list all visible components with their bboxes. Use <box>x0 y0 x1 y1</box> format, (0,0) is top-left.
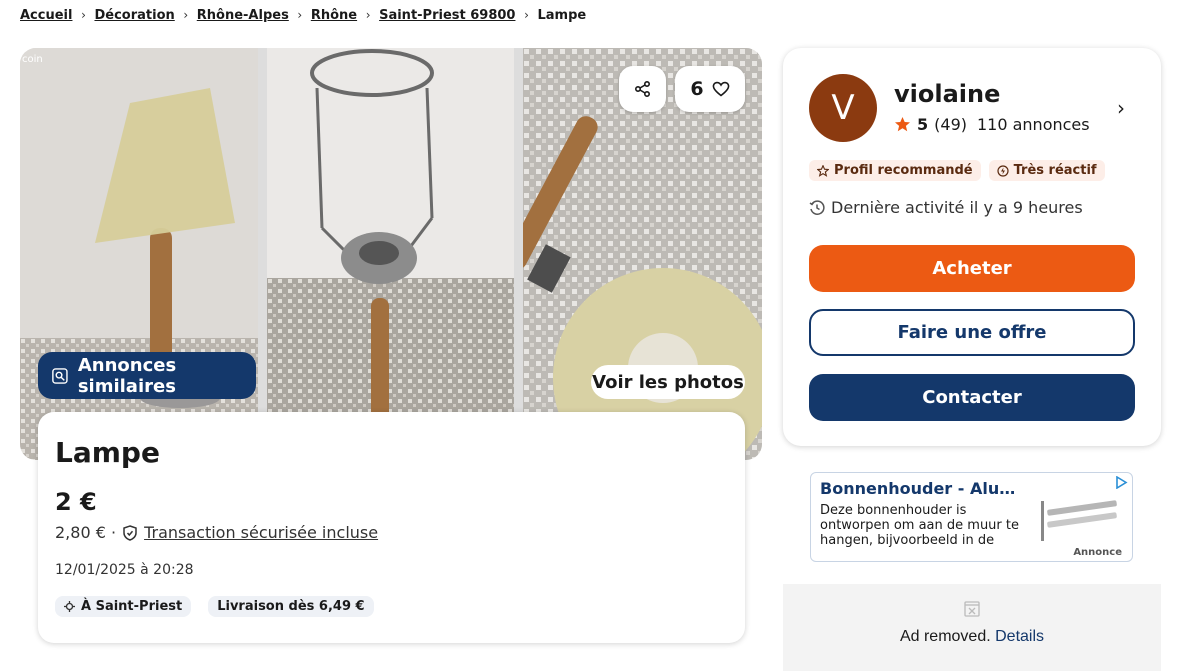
ad-text: Deze bonnenhouder is ontworpen om aan de… <box>820 503 1019 549</box>
chevron-right-icon[interactable]: › <box>1117 96 1125 120</box>
breadcrumb-item-department[interactable]: Rhône <box>311 8 357 23</box>
lightning-icon <box>997 164 1009 177</box>
badge-reactive: Très réactif <box>988 160 1105 181</box>
rating-count: (49) <box>934 115 967 134</box>
ad-label: Annonce <box>1073 547 1122 558</box>
last-activity: Dernière activité il y a 9 heures <box>809 198 1083 217</box>
listing-title: Lampe <box>55 436 160 469</box>
ad-removed-message: Ad removed. Details <box>783 628 1161 646</box>
buy-button[interactable]: Acheter <box>809 245 1135 292</box>
ad-product-image <box>1037 493 1123 541</box>
similar-listings-button[interactable]: Annonces similaires <box>38 352 256 399</box>
badge-recommended-label: Profil recommandé <box>834 163 973 178</box>
location-tag[interactable]: À Saint-Priest <box>55 596 192 617</box>
clock-icon <box>809 199 825 215</box>
share-button[interactable] <box>619 66 666 112</box>
make-offer-button[interactable]: Faire une offre <box>809 309 1135 356</box>
chevron-right-icon: › <box>81 8 86 22</box>
ad-choices-icon[interactable] <box>1115 476 1128 489</box>
star-icon <box>895 117 910 132</box>
ad-details-link[interactable]: Details <box>995 628 1044 645</box>
listing-date: 12/01/2025 à 20:28 <box>55 562 194 578</box>
last-activity-label: Dernière activité il y a 9 heures <box>831 198 1083 217</box>
protection-link[interactable]: Transaction sécurisée incluse <box>144 523 378 542</box>
removed-ad-icon <box>964 601 980 617</box>
listing-tags: À Saint-Priest Livraison dès 6,49 € <box>55 596 374 617</box>
heart-icon <box>712 81 729 97</box>
seller-badges: Profil recommandé Très réactif <box>809 160 1105 181</box>
seller-rating[interactable]: 5 (49) 110 annonces <box>894 115 1090 134</box>
breadcrumb-item-accueil[interactable]: Accueil <box>20 8 72 23</box>
breadcrumb-item-current: Lampe <box>537 7 587 23</box>
protection-row: 2,80 € · Transaction sécurisée incluse <box>55 523 378 542</box>
location-label: À Saint-Priest <box>81 599 183 614</box>
chevron-right-icon: › <box>183 8 189 22</box>
seller-name[interactable]: violaine <box>894 80 1000 108</box>
breadcrumb: Accueil › Décoration › Rhône-Alpes › Rhô… <box>20 5 586 25</box>
view-photos-button[interactable]: Voir les photos <box>591 365 745 399</box>
listing-count: 110 annonces <box>976 115 1090 134</box>
share-icon <box>634 80 650 98</box>
badge-recommended: Profil recommandé <box>809 160 981 181</box>
rating-score: 5 <box>917 115 929 134</box>
breadcrumb-item-region[interactable]: Rhône-Alpes <box>197 8 289 23</box>
breadcrumb-item-city[interactable]: Saint-Priest 69800 <box>379 8 515 23</box>
location-target-icon <box>64 601 75 612</box>
badge-reactive-label: Très réactif <box>1013 163 1097 178</box>
protected-price: 2,80 € · <box>55 523 117 542</box>
avatar[interactable]: V <box>809 74 877 142</box>
shield-icon <box>123 524 137 541</box>
watermark: coin <box>22 54 43 65</box>
chevron-right-icon: › <box>297 8 303 22</box>
ad-title[interactable]: Bonnenhouder - Aluminium... <box>820 479 1030 498</box>
ad-removed-text: Ad removed. <box>899 628 991 645</box>
similar-listings-label: Annonces similaires <box>77 354 177 397</box>
ad-removed-placeholder: Ad removed. Details <box>783 584 1161 671</box>
seller-card: V violaine 5 (49) 110 annonces › Profil … <box>783 48 1161 446</box>
search-image-icon <box>52 367 68 384</box>
delivery-tag: Livraison dès 6,49 € <box>208 596 374 617</box>
chevron-right-icon: › <box>524 8 529 22</box>
listing-card: Lampe 2 € 2,80 € · Transaction sécurisée… <box>38 412 745 643</box>
ad-banner[interactable]: Bonnenhouder - Aluminium... Deze bonnenh… <box>810 472 1133 562</box>
favorites-count: 6 <box>690 78 704 100</box>
star-outline-icon <box>817 164 829 177</box>
breadcrumb-item-decoration[interactable]: Décoration <box>94 8 174 23</box>
favorite-button[interactable]: 6 <box>675 66 745 112</box>
chevron-right-icon: › <box>365 8 371 22</box>
photo-2[interactable] <box>267 48 514 460</box>
contact-button[interactable]: Contacter <box>809 374 1135 421</box>
listing-price: 2 € <box>55 488 97 516</box>
